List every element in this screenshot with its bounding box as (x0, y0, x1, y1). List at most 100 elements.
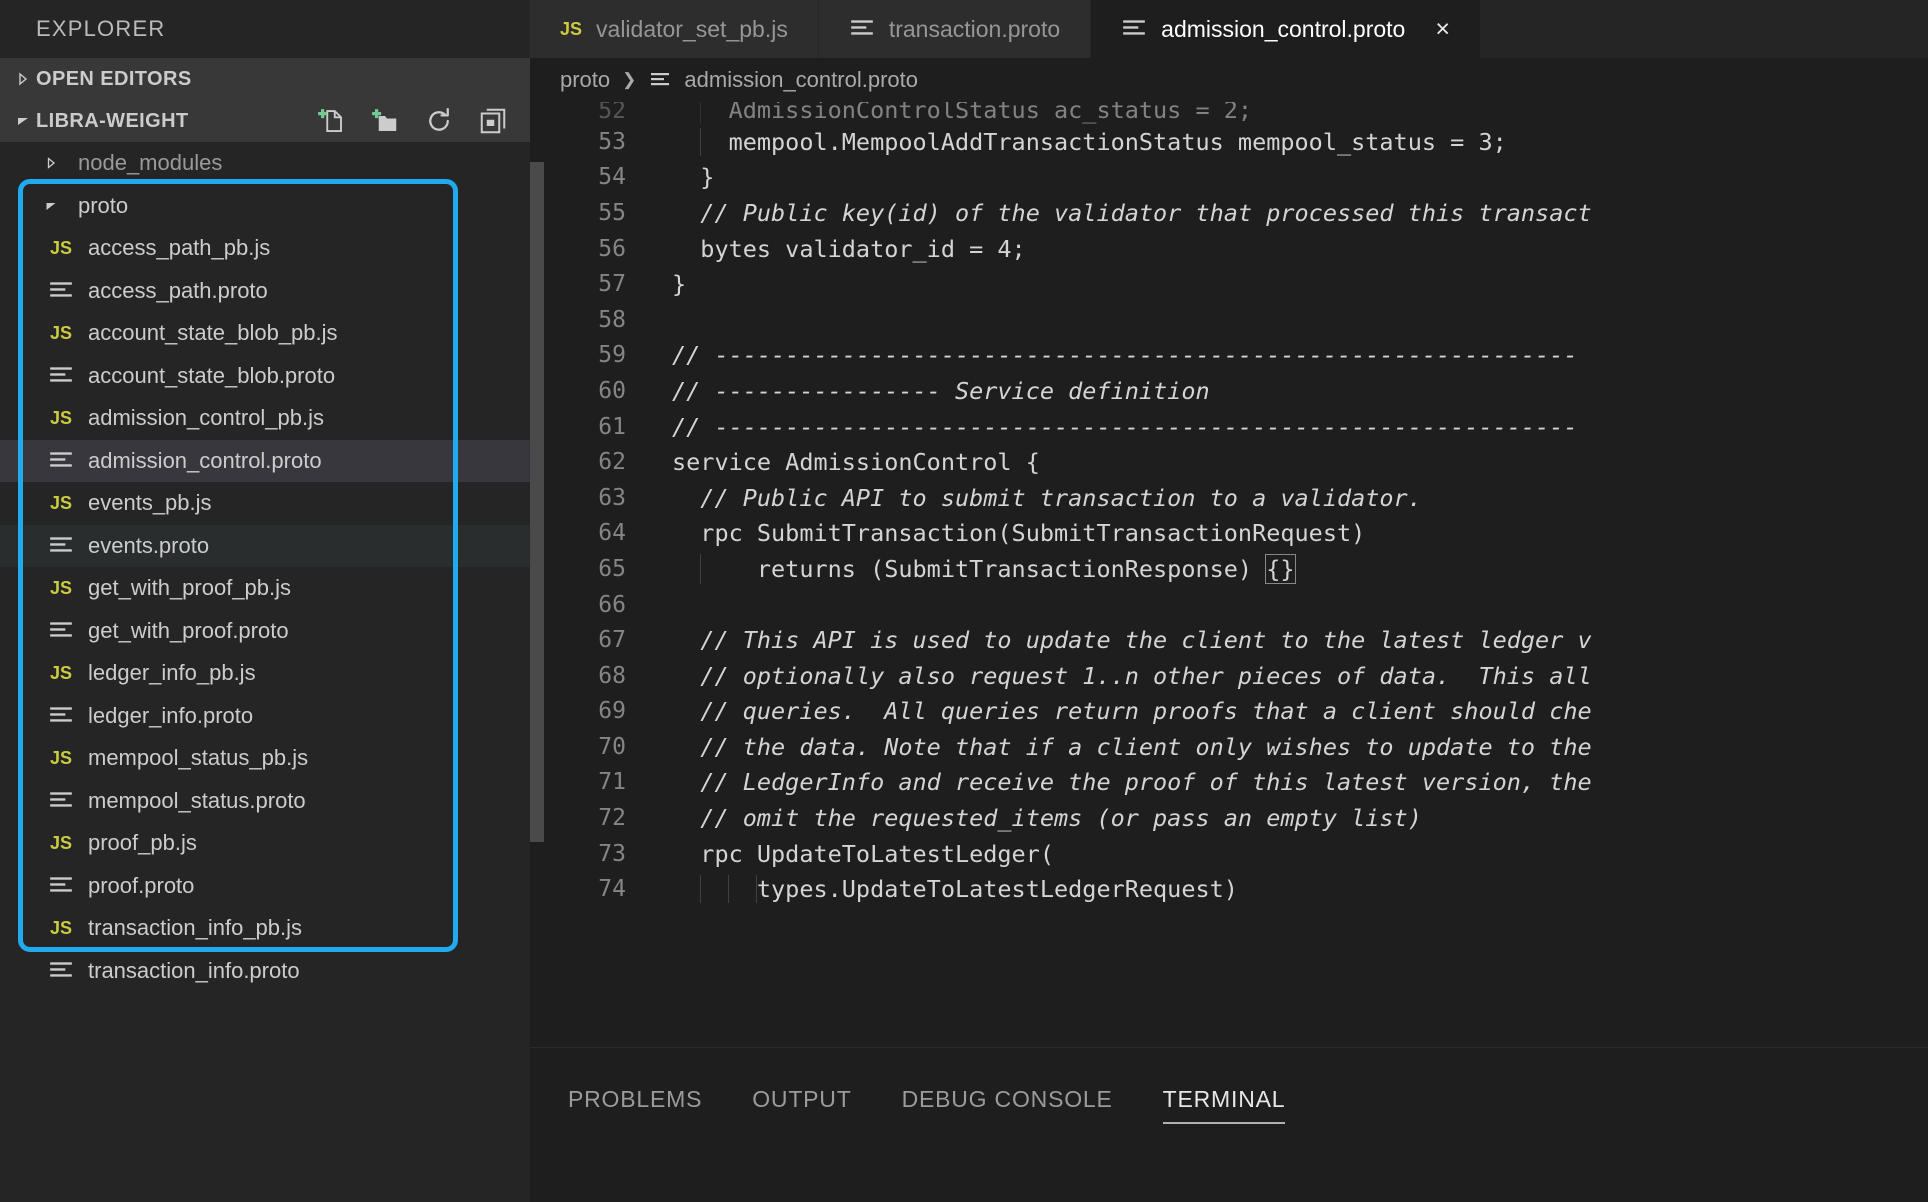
editor-tab-admission_control.proto[interactable]: admission_control.proto × (1091, 0, 1481, 58)
breadcrumb-folder[interactable]: proto (560, 67, 610, 93)
tree-file-admission_control_pb.js[interactable]: JS admission_control_pb.js (0, 397, 530, 440)
editor-tab-transaction.proto[interactable]: transaction.proto (818, 0, 1092, 58)
explorer-actions (316, 100, 508, 142)
js-file-icon: JS (49, 237, 73, 258)
editor-tab-validator_set_pb.js[interactable]: JS validator_set_pb.js (530, 0, 819, 58)
code-text: // queries. All queries return proofs th… (672, 697, 1592, 726)
code-line: 57} (530, 266, 1928, 302)
tree-file-transaction_info.proto[interactable]: transaction_info.proto (0, 950, 530, 993)
tree-item-label: ledger_info_pb.js (88, 660, 256, 686)
tree-item-label: get_with_proof.proto (88, 617, 289, 643)
chevron-right-icon[interactable] (10, 66, 36, 92)
tree-item-label: events_pb.js (88, 490, 212, 516)
breadcrumb-file[interactable]: admission_control.proto (684, 67, 918, 93)
proto-file-icon (44, 703, 78, 729)
editor-tabbar: JS validator_set_pb.js transaction.proto ad… (530, 0, 1928, 58)
code-text: // -------------------------------------… (672, 341, 1578, 370)
panel-tabs: PROBLEMS OUTPUT DEBUG CONSOLE TERMINAL (530, 1048, 1928, 1124)
tree-file-access_path.proto[interactable]: access_path.proto (0, 270, 530, 313)
code-lines: 52 AdmissionControlStatus ac_status = 2;… (530, 102, 1928, 1047)
tree-item-label: account_state_blob.proto (88, 362, 336, 388)
tree-file-events_pb.js[interactable]: JS events_pb.js (0, 482, 530, 525)
breadcrumb[interactable]: proto ❯ admission_control.proto (530, 58, 1928, 102)
section-open-editors[interactable]: OPEN EDITORS (0, 58, 530, 100)
tree-file-mempool_status_pb.js[interactable]: JS mempool_status_pb.js (0, 737, 530, 780)
code-line: 56 bytes validator_id = 4; (530, 231, 1928, 267)
proto-file-icon (44, 873, 78, 899)
code-line: 58 (530, 302, 1928, 338)
indent-guide (700, 127, 701, 156)
line-number: 74 (598, 876, 626, 903)
code-text: // This API is used to update the client… (672, 626, 1592, 655)
js-file-icon: JS (49, 407, 73, 428)
proto-file-icon (44, 958, 78, 984)
code-text: AdmissionControlStatus ac_status = 2; (672, 102, 1928, 124)
editor-tab-label: admission_control.proto (1161, 15, 1406, 42)
line-number: 73 (598, 840, 626, 867)
tree-file-get_with_proof_pb.js[interactable]: JS get_with_proof_pb.js (0, 567, 530, 610)
line-number: 58 (598, 306, 626, 333)
tree-file-proof.proto[interactable]: proof.proto (0, 865, 530, 908)
code-line: 71 // LedgerInfo and receive the proof o… (530, 765, 1928, 801)
chevron-down-icon[interactable] (10, 108, 36, 134)
explorer-title: EXPLORER (0, 0, 530, 58)
code-line: 67 // This API is used to update the cli… (530, 622, 1928, 658)
tree-file-ledger_info.proto[interactable]: ledger_info.proto (0, 695, 530, 738)
code-text: service AdmissionControl { (672, 448, 1040, 477)
new-folder-icon[interactable] (370, 106, 400, 136)
file-tree[interactable]: node_modules proto JS access_path_pb.js acce… (0, 142, 530, 1202)
tree-file-access_path_pb.js[interactable]: JS access_path_pb.js (0, 227, 530, 270)
code-editor[interactable]: 52 AdmissionControlStatus ac_status = 2;… (530, 102, 1928, 1047)
proto-file-icon (44, 788, 78, 814)
refresh-icon[interactable] (424, 106, 454, 136)
proto-file-icon (1121, 16, 1147, 42)
code-text: bytes validator_id = 4; (672, 234, 1026, 263)
explorer-sidebar: EXPLORER OPEN EDITORS LIBRA-WEIGHT node_… (0, 0, 530, 1202)
code-line: 74 types.UpdateToLatestLedgerRequest) (530, 871, 1928, 907)
tree-file-events.proto[interactable]: events.proto (0, 524, 530, 567)
code-line: 64 rpc SubmitTransaction(SubmitTransacti… (530, 516, 1928, 552)
line-number: 65 (598, 555, 626, 582)
close-icon[interactable]: × (1435, 16, 1450, 42)
indent-guide (700, 875, 701, 904)
code-line: 63 // Public API to submit transaction t… (530, 480, 1928, 516)
panel-tab-debug-console[interactable]: DEBUG CONSOLE (902, 1086, 1113, 1124)
js-file-icon: JS (49, 917, 73, 938)
line-number: 54 (598, 164, 626, 191)
line-number: 63 (598, 484, 626, 511)
code-text: // omit the requested_items (or pass an … (672, 804, 1422, 833)
code-line: 65 returns (SubmitTransactionResponse) {… (530, 551, 1928, 587)
line-number: 72 (598, 805, 626, 832)
tree-file-get_with_proof.proto[interactable]: get_with_proof.proto (0, 610, 530, 653)
tree-file-mempool_status.proto[interactable]: mempool_status.proto (0, 780, 530, 823)
tree-file-ledger_info_pb.js[interactable]: JS ledger_info_pb.js (0, 652, 530, 695)
new-file-icon[interactable] (316, 106, 346, 136)
tree-file-admission_control.proto[interactable]: admission_control.proto (0, 439, 530, 482)
tree-file-account_state_blob_pb.js[interactable]: JS account_state_blob_pb.js (0, 312, 530, 355)
proto-file-icon (44, 278, 78, 304)
code-text: rpc SubmitTransaction(SubmitTransactionR… (672, 519, 1366, 548)
breadcrumb-separator-icon: ❯ (622, 70, 637, 89)
tree-folder-proto[interactable]: proto (0, 185, 530, 228)
tree-file-proof_pb.js[interactable]: JS proof_pb.js (0, 822, 530, 865)
code-text: // -------------------------------------… (672, 412, 1578, 441)
editor-tab-label: transaction.proto (888, 15, 1061, 42)
tree-file-transaction_info_pb.js[interactable]: JS transaction_info_pb.js (0, 907, 530, 950)
code-text: types.UpdateToLatestLedgerRequest) (672, 875, 1238, 904)
tabbar-filler (1480, 0, 1928, 58)
panel-tab-problems[interactable]: PROBLEMS (568, 1086, 702, 1124)
tree-item-label: mempool_status.proto (88, 787, 306, 813)
js-file-icon: JS (49, 577, 73, 598)
tree-file-account_state_blob.proto[interactable]: account_state_blob.proto (0, 355, 530, 398)
tree-item-label: ledger_info.proto (88, 702, 254, 728)
code-text: mempool.MempoolAddTransactionStatus memp… (672, 127, 1507, 156)
collapse-all-icon[interactable] (478, 106, 508, 136)
section-libra-weight[interactable]: LIBRA-WEIGHT (0, 100, 530, 142)
code-line: 68 // optionally also request 1..n other… (530, 658, 1928, 694)
code-line: 62 service AdmissionControl { (530, 444, 1928, 480)
panel-tab-output[interactable]: OUTPUT (752, 1086, 851, 1124)
line-number: 64 (598, 520, 626, 547)
tree-folder-node_modules[interactable]: node_modules (0, 142, 530, 185)
code-line: 60 // ---------------- Service definition (530, 373, 1928, 409)
panel-tab-terminal[interactable]: TERMINAL (1162, 1086, 1286, 1124)
